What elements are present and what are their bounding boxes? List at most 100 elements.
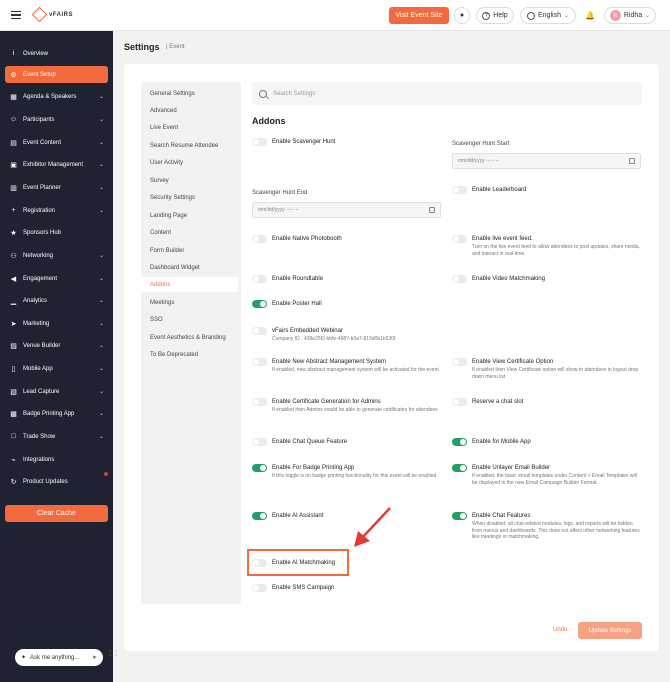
settings-menu-form-builder[interactable]: Form Builder	[141, 243, 238, 258]
setting-row-abstract: Enable New Abstract Management System If …	[252, 358, 442, 374]
settings-menu-general-settings[interactable]: General Settings	[141, 86, 238, 101]
calendar-icon[interactable]	[629, 158, 635, 164]
setting-label: Reserve a chat slot	[472, 399, 524, 405]
toggle-scavenger[interactable]	[252, 138, 267, 146]
sidebar-item-event-setup[interactable]: ⚙ Event Setup	[5, 66, 108, 83]
planner-icon: ▥	[10, 184, 17, 192]
sidebar-item-venue-builder[interactable]: ▨ Venue Builder ⌄	[5, 337, 108, 354]
sidebar-item-sponsors-hub[interactable]: ★ Sponsors Hub	[5, 224, 108, 241]
sidebar-item-analytics[interactable]: ▁ Analytics ⌄	[5, 292, 108, 309]
sidebar-item-event-planner[interactable]: ▥ Event Planner ⌄	[5, 179, 108, 196]
chevron-down-icon: ⌄	[98, 321, 104, 327]
sidebar-item-agenda-speakers[interactable]: ▦ Agenda & Speakers ⌄	[5, 88, 108, 105]
toggle-abstract[interactable]	[252, 358, 267, 366]
settings-menu-security-settings[interactable]: Security Settings	[141, 190, 238, 205]
sidebar-item-label: Engagement	[23, 275, 58, 282]
settings-menu-meetings[interactable]: Meetings	[141, 295, 238, 310]
scavenger-start-input[interactable]: mm/dd/yyyy --:-- --	[452, 153, 641, 169]
settings-menu-sso[interactable]: SSO	[141, 312, 238, 327]
toggle-sms[interactable]	[252, 584, 267, 592]
setting-description: If enabled then View Certificate option …	[472, 367, 639, 380]
settings-menu-live-event[interactable]: Live Event	[141, 120, 238, 135]
toggle-badgeapp[interactable]	[252, 464, 267, 472]
setting-row-leaderboard: Enable Leaderboard	[452, 186, 642, 194]
sidebar-item-badge-printing-app[interactable]: ▩ Badge Printing App ⌄	[5, 405, 108, 422]
toggle-videomatch[interactable]	[452, 275, 467, 283]
settings-menu-addons[interactable]: Addons	[141, 277, 238, 292]
toggle-posterhall[interactable]	[252, 300, 267, 308]
sidebar-item-marketing[interactable]: ➤ Marketing ⌄	[5, 315, 108, 332]
sidebar-item-label: Sponsors Hub	[23, 229, 62, 236]
sidebar-item-participants[interactable]: ☺ Participants ⌄	[5, 111, 108, 128]
toggle-leaderboard[interactable]	[452, 186, 467, 194]
setting-text: Enable AI Assistant	[272, 512, 323, 520]
toggle-chatqueue[interactable]	[252, 438, 267, 446]
sidebar-item-product-updates[interactable]: ↻ Product Updates	[5, 473, 108, 490]
drag-handle-icon[interactable]: ⋮⋮	[107, 651, 119, 657]
toggle-photobooth[interactable]	[252, 235, 267, 243]
toggle-webinar[interactable]	[252, 327, 267, 335]
setting-text: Enable live event feed. Turn on the live …	[472, 235, 642, 257]
sidebar-item-networking[interactable]: ⚇ Networking ⌄	[5, 247, 108, 264]
scavenger-end-input[interactable]: mm/dd/yyyy --:-- --	[252, 202, 441, 218]
sidebar-item-registration[interactable]: + Registration ⌄	[5, 202, 108, 219]
toggle-certificate[interactable]	[452, 358, 467, 366]
settings-menu-landing-page[interactable]: Landing Page	[141, 208, 238, 223]
notifications-button[interactable]: 🔔	[582, 7, 598, 24]
chevron-down-icon: ⌄	[98, 140, 104, 146]
vfairs-logo[interactable]: vFAIRS	[31, 6, 73, 23]
setting-text: Enable for Mobile App	[472, 438, 531, 446]
toggle-chatslot[interactable]	[452, 398, 467, 406]
chevron-down-icon: ⌄	[563, 13, 569, 19]
settings-menu-content[interactable]: Content	[141, 225, 238, 240]
user-menu[interactable]: R Ridha ⌄	[604, 7, 656, 24]
clear-cache-button[interactable]: Clear Cache	[5, 505, 108, 522]
search-settings-input[interactable]: Search Settings	[252, 82, 642, 105]
ask-placeholder: Ask me anything...	[30, 654, 80, 661]
toggle-unlayer[interactable]	[452, 464, 467, 472]
settings-menu-dashboard-widget[interactable]: Dashboard Widget	[141, 260, 238, 275]
sidebar-item-event-content[interactable]: ▤ Event Content ⌄	[5, 134, 108, 151]
setting-label: Enable Video Matchmaking	[472, 276, 545, 282]
bulb-button[interactable]: ●	[454, 7, 470, 24]
setting-row-videomatch: Enable Video Matchmaking	[452, 275, 642, 283]
section-title: Addons	[252, 116, 286, 126]
sidebar-item-overview[interactable]: i Overview	[5, 45, 108, 62]
page-title: Settings	[124, 42, 160, 52]
visit-event-site-button[interactable]: Visit Event Site	[389, 7, 449, 24]
settings-menu-search-resume-attendee[interactable]: Search Resume Attendee	[141, 138, 238, 153]
sidebar-item-lead-capture[interactable]: ▧ Lead Capture ⌄	[5, 383, 108, 400]
toggle-roundtable[interactable]	[252, 275, 267, 283]
sidebar-item-engagement[interactable]: ◀ Engagement ⌄	[5, 270, 108, 287]
setting-row-certificate: Enable View Certificate Option If enabled…	[452, 358, 642, 380]
undo-button[interactable]: Undo	[553, 627, 567, 633]
toggle-chatfeatures[interactable]	[452, 512, 467, 520]
ask-assistant-input[interactable]: ✦ Ask me anything... ➤	[15, 649, 103, 666]
settings-menu-survey[interactable]: Survey	[141, 173, 238, 188]
sidebar-item-mobile-app[interactable]: ▯ Mobile App ⌄	[5, 360, 108, 377]
settings-menu-user-activity[interactable]: User Activity	[141, 155, 238, 170]
settings-menu-event-aesthetics-branding[interactable]: Event Aesthetics & Branding	[141, 330, 238, 345]
calendar-icon[interactable]	[429, 207, 435, 213]
chevron-down-icon: ⌄	[98, 389, 104, 395]
send-icon[interactable]: ➤	[92, 654, 97, 661]
language-select[interactable]: English ⌄	[520, 7, 576, 24]
toggle-aiassistant[interactable]	[252, 512, 267, 520]
update-settings-button[interactable]: Update Settings	[578, 622, 642, 639]
settings-menu-to-be-deprecated[interactable]: To Be Deprecated	[141, 347, 238, 362]
sidebar-item-trade-show[interactable]: □ Trade Show ⌄	[5, 428, 108, 445]
toggle-mobileapp[interactable]	[452, 438, 467, 446]
setting-description: If enabled, new abstract management syst…	[272, 367, 441, 373]
toggle-livefeed[interactable]	[452, 235, 467, 243]
help-button[interactable]: ? Help	[476, 7, 514, 24]
sidebar-item-exhibitor-management[interactable]: ▣ Exhibitor Management ⌄	[5, 156, 108, 173]
setting-text: Enable Unlayer Email Builder If enabled, …	[472, 464, 642, 486]
chevron-down-icon: ⌄	[98, 366, 104, 372]
setting-label: vFairs Embedded Webinar	[272, 328, 343, 334]
chevron-down-icon: ⌄	[98, 434, 104, 440]
settings-menu-advanced[interactable]: Advanced	[141, 103, 238, 118]
content-icon: ▤	[10, 139, 17, 147]
hamburger-menu-icon[interactable]	[11, 11, 21, 20]
toggle-certadmin[interactable]	[252, 398, 267, 406]
sidebar-item-integrations[interactable]: ⌁ Integrations	[5, 451, 108, 468]
